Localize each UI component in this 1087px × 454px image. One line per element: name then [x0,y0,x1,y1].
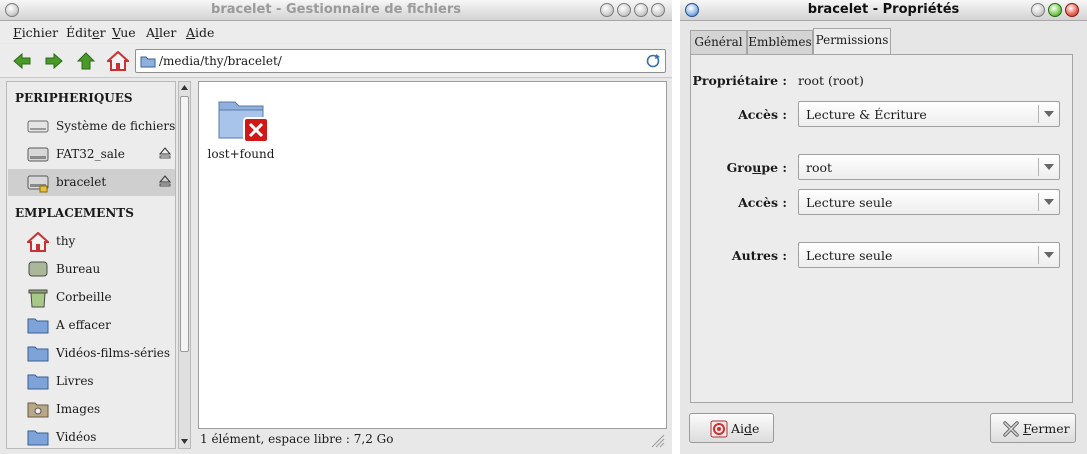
close-button[interactable] [651,3,665,17]
peripheriques-heading: PERIPHERIQUES [15,91,133,105]
help-icon [710,420,728,438]
sidebar-item-videos-films-series[interactable]: Vidéos-films-séries [8,340,175,367]
menu-aller[interactable]: Aller [146,25,176,40]
sidebar-item-livres[interactable]: Livres [8,368,175,395]
resize-grip-icon[interactable] [651,434,665,448]
permissions-panel: Propriétaire : root (root) Accès : Lectu… [690,54,1073,403]
sidebar-item-thy[interactable]: thy [8,228,175,255]
others-label: Autres : [731,248,787,263]
home-icon [107,51,129,71]
tab-general[interactable]: Général [690,30,747,54]
scroll-up-icon[interactable] [180,83,189,93]
sidebar-scrollbar[interactable] [178,81,191,449]
shade-button[interactable] [600,3,614,17]
trash-icon [28,289,48,308]
others-access-select[interactable]: Lecture seule [798,242,1060,268]
status-text: 1 élément, espace libre : 7,2 Go [200,432,394,446]
group-access-select[interactable]: Lecture seule [798,189,1060,215]
up-button[interactable] [73,49,99,73]
pictures-folder-icon [27,402,49,418]
usb-drive-icon [27,175,49,193]
menu-vue[interactable]: Vue [112,25,136,40]
menu-editer[interactable]: Éditer [66,25,106,40]
back-arrow-icon [13,52,31,70]
folder-noaccess-icon [218,101,269,143]
sidebar-item-images[interactable]: Images [8,396,175,423]
chevron-down-icon [1044,252,1054,258]
scroll-down-icon[interactable] [180,436,189,446]
forward-button[interactable] [41,49,67,73]
sidebar-item-corbeille[interactable]: Corbeille [8,284,175,311]
menubar: Fichier Éditer Vue Aller Aide [0,21,672,43]
close-button[interactable] [1065,3,1079,17]
folder-icon [27,346,49,362]
maximize-button[interactable] [634,3,648,17]
tab-emblemes[interactable]: Emblèmes [747,30,813,54]
back-button[interactable] [9,49,35,73]
eject-icon[interactable] [159,147,171,159]
home-icon [27,232,49,252]
minimize-button[interactable] [617,3,631,17]
group-select[interactable]: root [798,154,1060,180]
sidebar-item-bracelet[interactable]: bracelet [8,169,175,196]
drive-icon [27,147,49,162]
scrollbar-thumb[interactable] [180,96,189,352]
folder-icon [27,318,49,334]
folder-icon [27,430,49,446]
sidebar-item-systeme-de-fichiers[interactable]: Système de fichiers [8,113,175,140]
file-manager-window: bracelet - Gestionnaire de fichiers Fich… [0,0,672,454]
group-label: Groupe : [726,160,787,175]
close-dialog-button[interactable]: Fermer [990,413,1076,443]
file-label: lost+found [207,147,275,161]
menu-fichier[interactable]: Fichier [13,25,58,40]
file-item-lost-found[interactable]: lost+found [207,96,275,166]
chevron-down-icon [1044,199,1054,205]
properties-title: bracelet - Propriétés [807,2,960,17]
statusbar: 1 élément, espace libre : 7,2 Go [198,430,667,450]
owner-access-label: Accès : [738,107,787,122]
emplacements-heading: EMPLACEMENTS [15,206,134,220]
chevron-down-icon [1044,164,1054,170]
eject-icon[interactable] [159,175,171,187]
owner-access-select[interactable]: Lecture & Écriture [798,101,1060,127]
help-button[interactable]: Aide [689,413,774,443]
sidebar: PERIPHERIQUES Système de fichiers FAT32_… [6,81,176,449]
refresh-icon[interactable] [645,53,661,69]
sidebar-item-bureau[interactable]: Bureau [8,256,175,283]
folder-icon [27,374,49,390]
location-bar[interactable]: /media/thy/bracelet/ [135,49,666,73]
properties-dialog: bracelet - Propriétés Général Emblèmes P… [680,0,1087,454]
window-gap [672,0,680,454]
maximize-button[interactable] [1048,3,1062,17]
close-icon [1003,421,1019,437]
location-path: /media/thy/bracelet/ [159,54,282,68]
sidebar-item-videos[interactable]: Vidéos [8,424,175,451]
desktop-icon [28,261,48,277]
forward-arrow-icon [45,52,63,70]
file-manager-title: bracelet - Gestionnaire de fichiers [211,2,461,17]
folder-icon [140,56,156,68]
properties-titlebar[interactable]: bracelet - Propriétés [680,0,1087,21]
menu-aide[interactable]: Aide [186,25,214,40]
tab-permissions[interactable]: Permissions [813,28,891,55]
owner-value: root (root) [798,73,864,88]
home-button[interactable] [105,49,131,73]
up-arrow-icon [76,52,96,70]
sidebar-item-a-effacer[interactable]: A effacer [8,312,175,339]
shade-button[interactable] [1031,3,1045,17]
file-view[interactable]: lost+found [198,81,667,429]
group-access-label: Accès : [738,195,787,210]
owner-label: Propriétaire : [692,73,787,88]
sidebar-item-fat32-sale[interactable]: FAT32_sale [8,141,175,168]
harddisk-icon [27,120,49,133]
chevron-down-icon [1044,111,1054,117]
file-manager-titlebar[interactable]: bracelet - Gestionnaire de fichiers [0,0,672,21]
